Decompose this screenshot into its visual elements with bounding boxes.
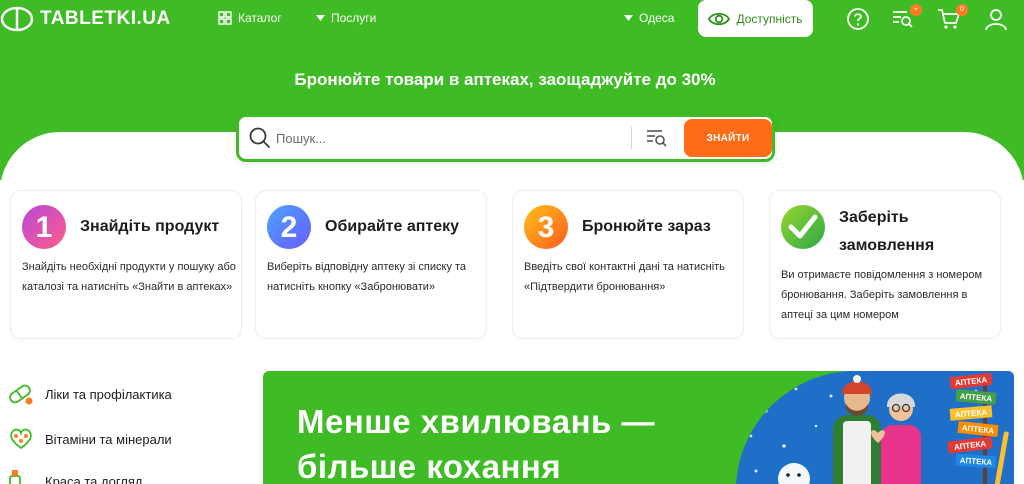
profile-button[interactable]: [984, 7, 1008, 31]
step-description: Знайдіть необхідні продукти у пошуку або…: [22, 261, 236, 293]
svg-text:1: 1: [36, 211, 53, 244]
step-2-icon: 2: [267, 205, 311, 249]
hero-tagline: Бронюйте товари в аптеках, заощаджуйте д…: [294, 70, 716, 89]
svg-text:3: 3: [538, 211, 555, 244]
search-button[interactable]: ЗНАЙТИ: [684, 119, 772, 157]
help-icon: [847, 8, 869, 30]
cart-badge: 0: [956, 4, 968, 16]
services-menu[interactable]: Послуги: [316, 11, 376, 25]
site-logo[interactable]: TABLETKI.UA: [0, 6, 171, 32]
orders-badge: +: [910, 4, 922, 16]
grid-icon: [218, 11, 232, 25]
step-description: Введіть свої контактні дані та натисніть…: [524, 261, 725, 293]
vitamins-icon: [10, 428, 32, 450]
accessibility-label: Доступність: [736, 11, 803, 26]
services-label: Послуги: [331, 11, 377, 25]
category-vitamins[interactable]: Вітаміни та мінерали: [7, 426, 172, 452]
eye-icon: [708, 12, 731, 25]
banner-title: Менше хвилювань — більше кохання: [297, 399, 655, 484]
banner-title-line-2: більше кохання: [297, 448, 562, 484]
caret-down-icon: [624, 14, 633, 21]
step-title: Знайдіть продукт: [80, 218, 220, 235]
step-3-icon: 3: [524, 205, 568, 249]
accessibility-button[interactable]: Доступність: [698, 0, 813, 37]
step-check-icon: [781, 205, 825, 249]
search-icon: [249, 127, 270, 148]
top-navigation: TABLETKI.UA Каталог Послуги Одеса Доступ…: [0, 0, 1024, 38]
city-label: Одеса: [639, 11, 675, 25]
pill-icon: [9, 384, 33, 405]
city-selector[interactable]: Одеса: [624, 11, 674, 25]
catalog-menu[interactable]: Каталог: [218, 11, 282, 25]
category-label: Ліки та профілактика: [45, 386, 172, 402]
step-card-pickup: Заберіть замовлення Ви отримаєте повідом…: [770, 191, 1000, 338]
advanced-search-icon[interactable]: [645, 126, 669, 150]
help-button[interactable]: [846, 7, 870, 31]
logo-icon: [0, 6, 34, 32]
search-bar: ЗНАЙТИ: [236, 114, 775, 162]
step-title: Обирайте аптеку: [325, 218, 460, 235]
category-beauty[interactable]: Краса та догляд: [7, 468, 143, 484]
step-card-find: 1 Знайдіть продукт Знайдіть необхідні пр…: [11, 191, 241, 338]
step-title: Бронюйте зараз: [582, 218, 711, 235]
catalog-label: Каталог: [238, 11, 282, 25]
caret-down-icon: [316, 14, 325, 21]
search-input[interactable]: [276, 125, 626, 151]
promo-banner[interactable]: Менше хвилювань — більше кохання АПТЕКА …: [263, 371, 1014, 484]
search-divider: [631, 127, 632, 149]
step-description: Ви отримаєте повідомлення з номером брон…: [781, 269, 983, 321]
orders-button[interactable]: +: [891, 4, 922, 31]
category-label: Вітаміни та мінерали: [45, 431, 172, 447]
banner-title-line-1: Менше хвилювань —: [297, 403, 655, 440]
step-title: Заберіть замовлення: [839, 209, 935, 254]
banner-illustration: АПТЕКА АПТЕКА АПТЕКА АПТЕКА АПТЕКА АПТЕК…: [736, 371, 1014, 484]
step-card-book: 3 Бронюйте зараз Введіть свої контактні …: [513, 191, 743, 338]
beauty-icon: [9, 470, 21, 484]
logo-text: TABLETKI.UA: [40, 8, 171, 29]
svg-text:2: 2: [281, 211, 298, 244]
category-medicines[interactable]: Ліки та профілактика: [7, 381, 172, 407]
step-description: Виберіть відповідну аптеку зі списку та …: [267, 261, 467, 293]
step-1-icon: 1: [22, 205, 66, 249]
user-icon: [985, 9, 1007, 31]
step-card-pharmacy: 2 Обирайте аптеку Виберіть відповідну ап…: [256, 191, 486, 338]
category-label: Краса та догляд: [45, 473, 143, 484]
cart-button[interactable]: 0: [937, 4, 968, 31]
